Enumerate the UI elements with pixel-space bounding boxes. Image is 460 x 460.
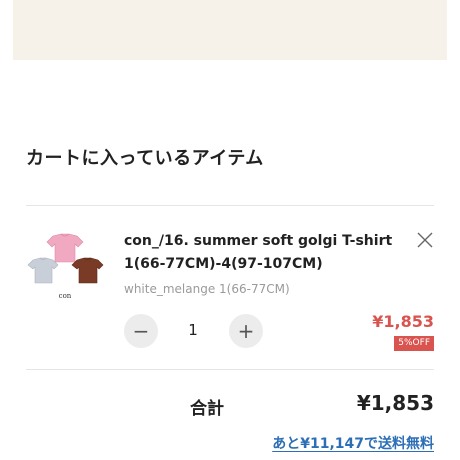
quantity-decrease-button[interactable]: − xyxy=(124,314,158,348)
top-banner xyxy=(13,0,447,60)
close-icon xyxy=(417,232,433,248)
divider xyxy=(26,369,434,370)
thumbnail-caption: con xyxy=(59,292,72,300)
grey-shirt-image xyxy=(27,257,59,284)
product-thumbnail[interactable]: con xyxy=(25,228,105,304)
product-variant: white_melange 1(66-77CM) xyxy=(124,282,290,296)
total-label: 合計 xyxy=(190,399,224,419)
total-value: ¥1,853 xyxy=(356,391,434,415)
quantity-increase-button[interactable]: + xyxy=(229,314,263,348)
cart-heading: カートに入っているアイテム xyxy=(26,148,264,169)
remove-item-button[interactable] xyxy=(415,230,435,250)
discount-badge: 5%OFF xyxy=(394,336,434,351)
pink-shirt-image xyxy=(46,233,84,263)
product-name[interactable]: con_/16. summer soft golgi T-shirt 1(66-… xyxy=(124,230,414,276)
item-price: ¥1,853 xyxy=(372,312,434,331)
quantity-value: 1 xyxy=(188,321,198,339)
divider xyxy=(26,205,434,206)
brown-shirt-image xyxy=(71,257,104,284)
free-shipping-link[interactable]: あと¥11,147で送料無料 xyxy=(272,433,434,453)
